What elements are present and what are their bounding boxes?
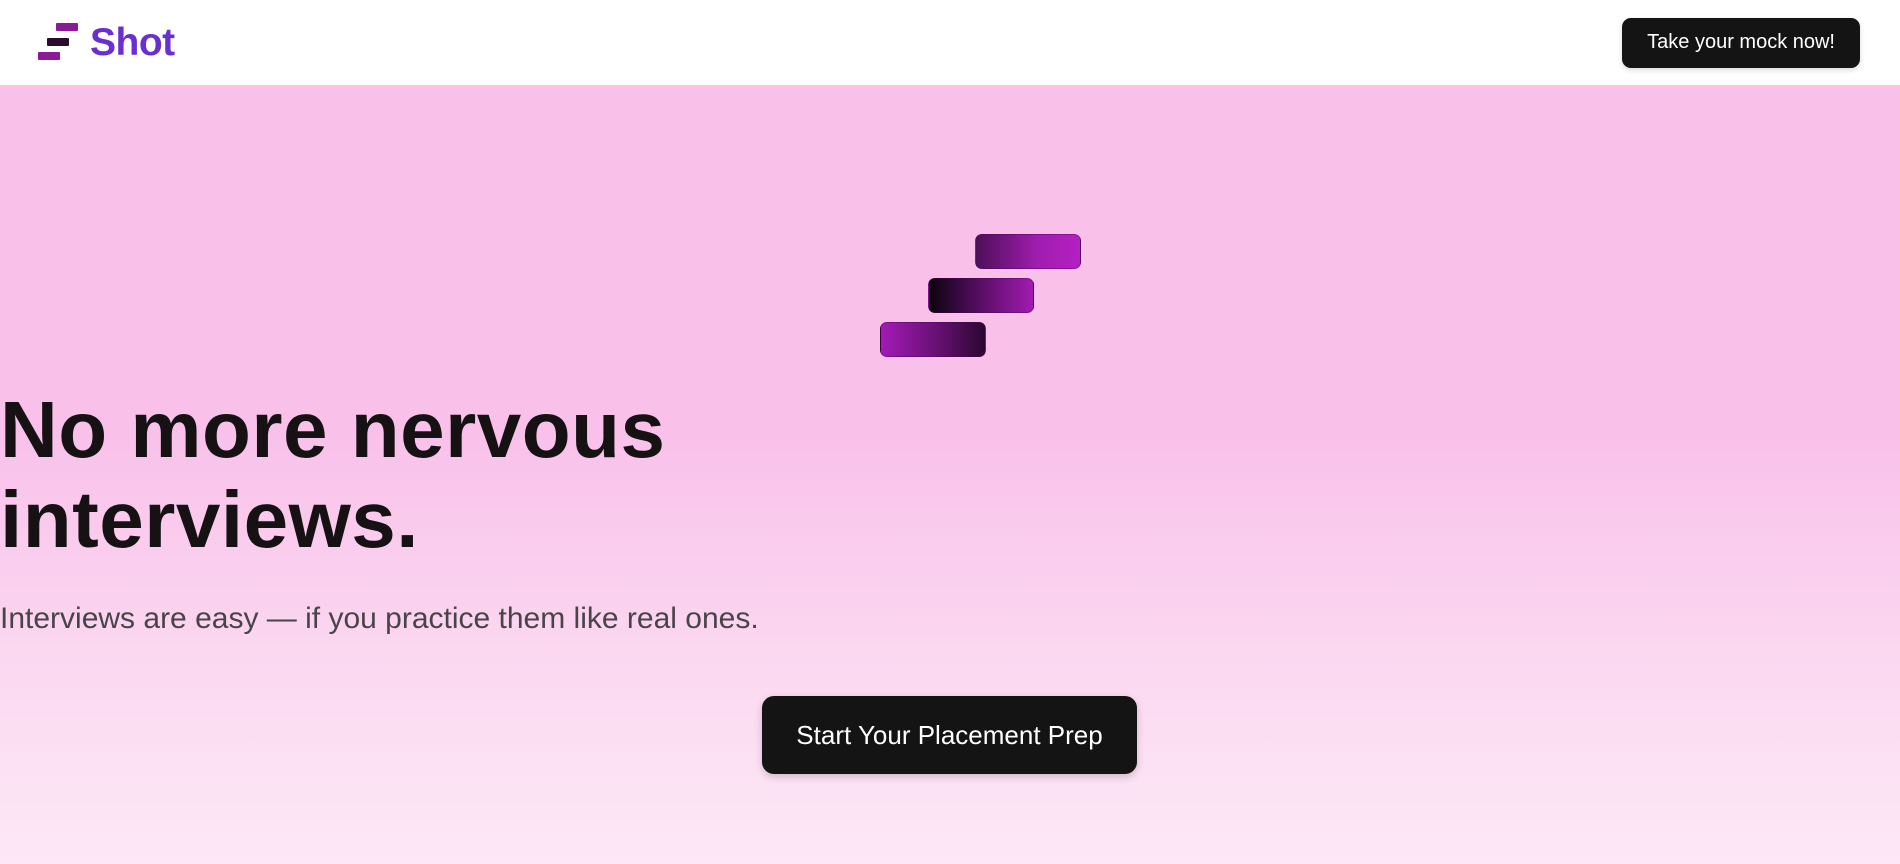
brand[interactable]: Shot bbox=[38, 21, 175, 65]
start-placement-prep-button[interactable]: Start Your Placement Prep bbox=[762, 696, 1137, 774]
brand-name: Shot bbox=[90, 20, 175, 64]
stacked-bars-logo-icon bbox=[38, 22, 80, 63]
hero-headline: No more nervous interviews. bbox=[0, 385, 1900, 565]
hero-stacked-bars-logo-icon bbox=[880, 234, 1082, 358]
hero-logo-bar-middle bbox=[928, 278, 1034, 313]
headline-line-1: No more nervous bbox=[0, 385, 666, 474]
top-navbar: Shot Take your mock now! bbox=[0, 0, 1900, 85]
logo-bar-top bbox=[56, 22, 78, 31]
logo-bar-bottom bbox=[38, 51, 60, 60]
hero-logo-bar-bottom bbox=[880, 322, 986, 357]
logo-bar-middle bbox=[47, 37, 69, 46]
hero-logo-bar-top bbox=[975, 234, 1081, 269]
headline-line-2: interviews. bbox=[0, 475, 420, 564]
take-mock-button[interactable]: Take your mock now! bbox=[1622, 17, 1860, 68]
hero-subtitle: Interviews are easy — if you practice th… bbox=[0, 602, 759, 635]
